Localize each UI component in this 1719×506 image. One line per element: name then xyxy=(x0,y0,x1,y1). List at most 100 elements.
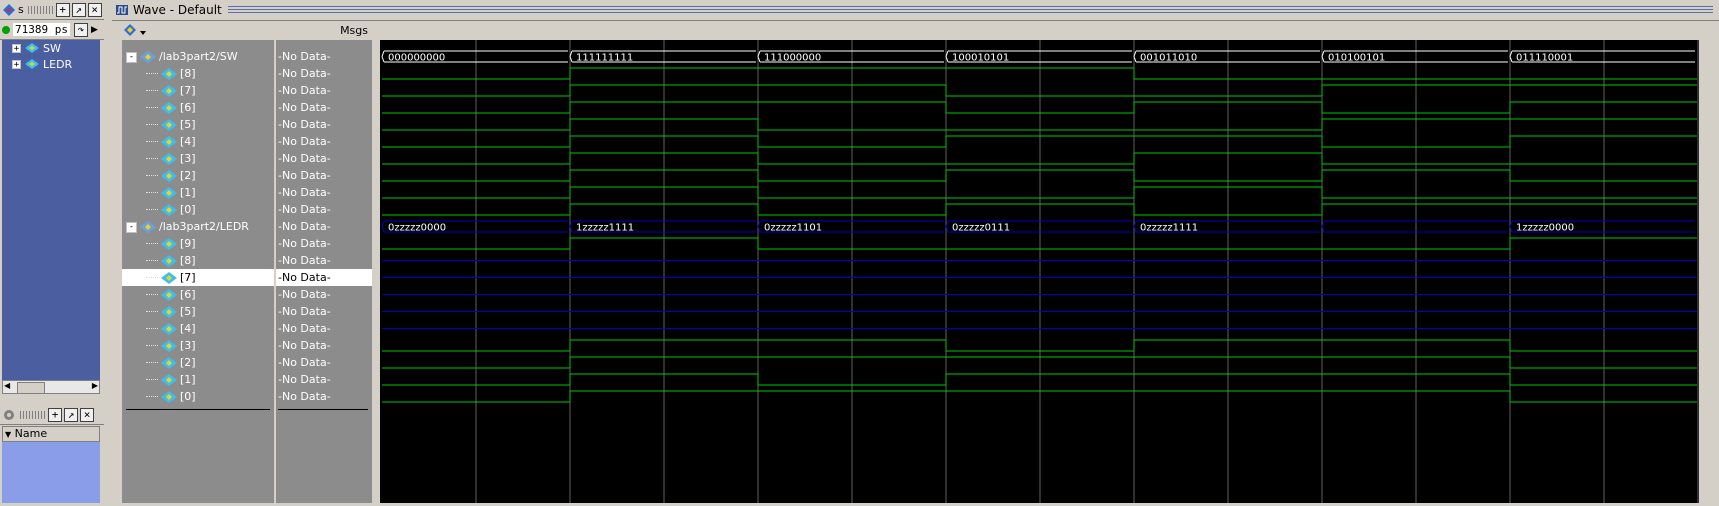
signal-value: -No Data- xyxy=(278,305,331,318)
signal-name-label: [9] xyxy=(180,237,196,250)
signal-name-label: [3] xyxy=(180,152,196,165)
signal-icon xyxy=(140,221,156,233)
signal-name-label: [2] xyxy=(180,356,196,369)
expand-icon[interactable]: + xyxy=(12,43,21,53)
signal-name-label: [4] xyxy=(180,135,196,148)
bus-value-label: 1zzzzz0000 xyxy=(1516,223,1574,234)
bus-signal-row[interactable]: - /lab3part2/SW xyxy=(122,48,274,65)
bit-signal-row[interactable]: [7] xyxy=(122,82,274,99)
bit-signal-row[interactable]: [4] xyxy=(122,133,274,150)
signal-value: -No Data- xyxy=(278,288,331,301)
signal-icon xyxy=(25,58,39,69)
signal-icon xyxy=(161,357,177,369)
end-divider xyxy=(278,409,368,410)
bus-value-label: 111111111 xyxy=(576,53,633,64)
signal-names-pane: - /lab3part2/SW [8] [7] [6] [5] [4] [3] [2] [1] [0… xyxy=(122,40,274,503)
panel-close-button[interactable]: × xyxy=(80,407,94,422)
signal-value: -No Data- xyxy=(278,356,331,369)
signal-name-label: [1] xyxy=(180,373,196,386)
play-arrow-icon[interactable]: ▶ xyxy=(91,25,98,35)
signal-name-label: [2] xyxy=(180,169,196,182)
bit-signal-row[interactable]: [9] xyxy=(122,235,274,252)
tree-item-ledr[interactable]: + LEDR xyxy=(2,56,100,72)
tree-scrollbar[interactable]: ◀ ▶ xyxy=(2,380,100,394)
bit-signal-row[interactable]: [4] xyxy=(122,320,274,337)
waveform-pane[interactable]: 000000000 111111111 111000000 100010101 0010… xyxy=(380,40,1699,503)
scroll-right-icon[interactable]: ▶ xyxy=(92,381,98,390)
bit-signal-row[interactable]: [5] xyxy=(122,116,274,133)
signal-icon xyxy=(161,187,177,199)
bit-signal-row[interactable]: [1] xyxy=(122,371,274,388)
bit-signal-row[interactable]: [8] xyxy=(122,65,274,82)
bit-signal-row[interactable]: [3] xyxy=(122,337,274,354)
signal-value: -No Data- xyxy=(278,135,331,148)
signal-name-label: [1] xyxy=(180,186,196,199)
panel-undock-button[interactable]: ↗ xyxy=(64,407,78,422)
bit-signal-row[interactable]: [2] xyxy=(122,354,274,371)
bus-value-label: 111000000 xyxy=(764,53,821,64)
tree-branch-line xyxy=(146,345,158,347)
panel-undock-button[interactable]: ↗ xyxy=(71,2,86,17)
panel-add-button[interactable]: + xyxy=(55,2,70,17)
panel-grip[interactable] xyxy=(27,5,54,14)
signal-name-label: [5] xyxy=(180,118,196,131)
bus-value-label: 0zzzzz1111 xyxy=(1140,223,1198,234)
bus-value-label: 1zzzzz1111 xyxy=(576,223,634,234)
signal-name-label: /lab3part2/LEDR xyxy=(159,220,249,233)
gear-icon xyxy=(4,409,14,420)
bit-signal-row[interactable]: [8] xyxy=(122,252,274,269)
bit-signal-row[interactable]: [1] xyxy=(122,184,274,201)
msgs-header: Msgs xyxy=(340,24,368,37)
panel-close-button[interactable]: × xyxy=(87,2,102,17)
objects-header[interactable]: ▼ Name xyxy=(2,426,100,442)
signal-value: -No Data- xyxy=(278,203,331,216)
bit-signal-row[interactable]: [5] xyxy=(122,303,274,320)
tree-item-sw[interactable]: + SW xyxy=(2,40,100,56)
signal-icon xyxy=(161,238,177,250)
bus-signal-row[interactable]: - /lab3part2/LEDR xyxy=(122,218,274,235)
panel-add-button[interactable]: + xyxy=(48,407,62,422)
signal-value: -No Data- xyxy=(278,67,331,80)
signal-icon xyxy=(161,170,177,182)
signal-value: -No Data- xyxy=(278,373,331,386)
bit-signal-row[interactable]: [2] xyxy=(122,167,274,184)
bit-signal-row[interactable]: [6] xyxy=(122,99,274,116)
objects-list xyxy=(2,442,100,503)
window-grip[interactable] xyxy=(227,5,1713,15)
wave-window-titlebar: Wave - Default xyxy=(112,0,1719,20)
time-readout: 71389 ps xyxy=(13,23,70,36)
signal-value: -No Data- xyxy=(278,186,331,199)
signal-menu-icon[interactable] xyxy=(124,24,146,38)
panel-grip[interactable] xyxy=(20,410,46,419)
tree-branch-line xyxy=(146,107,158,109)
scroll-left-icon[interactable]: ◀ xyxy=(4,381,10,390)
tree-branch-line xyxy=(146,243,158,245)
sim-panel-title: s xyxy=(18,3,24,16)
objects-header-label: Name xyxy=(14,427,48,440)
bit-signal-row[interactable]: [0] xyxy=(122,388,274,405)
tree-branch-line xyxy=(146,141,158,143)
sim-panel-titlebar: s + ↗ × xyxy=(0,0,104,20)
end-divider xyxy=(126,409,270,410)
bit-signal-row[interactable]: [6] xyxy=(122,286,274,303)
scroll-thumb[interactable] xyxy=(17,382,45,394)
tree-branch-line xyxy=(146,90,158,92)
jump-button[interactable]: ↷ xyxy=(73,22,88,37)
signal-icon xyxy=(161,323,177,335)
signal-value: -No Data- xyxy=(276,269,372,286)
signal-value: -No Data- xyxy=(278,50,331,63)
signal-value: -No Data- xyxy=(278,220,331,233)
bit-signal-row[interactable]: [7] xyxy=(122,269,274,286)
bit-signal-row[interactable]: [0] xyxy=(122,201,274,218)
bus-transition xyxy=(381,220,385,233)
expand-icon[interactable]: + xyxy=(12,59,21,69)
signal-icon xyxy=(161,391,177,403)
signal-value: -No Data- xyxy=(278,152,331,165)
collapse-icon[interactable]: - xyxy=(126,51,137,63)
bus-value-label: 010100101 xyxy=(1328,53,1385,64)
tree-branch-line xyxy=(146,260,158,262)
bit-signal-row[interactable]: [3] xyxy=(122,150,274,167)
signal-icon xyxy=(161,306,177,318)
collapse-icon[interactable]: - xyxy=(126,221,137,233)
bus-value-label: 001011010 xyxy=(1140,53,1197,64)
